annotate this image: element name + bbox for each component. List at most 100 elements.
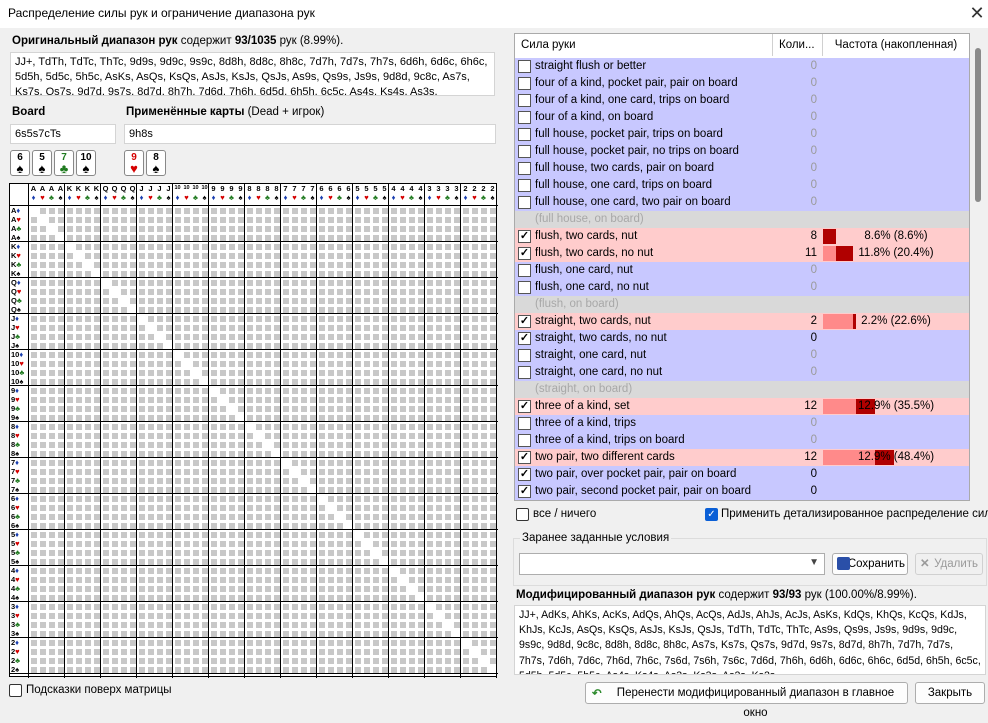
- matrix-cell[interactable]: [364, 667, 370, 673]
- matrix-cell[interactable]: [373, 478, 379, 484]
- matrix-cell[interactable]: [481, 631, 487, 637]
- matrix-cell[interactable]: [67, 442, 73, 448]
- matrix-cell[interactable]: [157, 325, 163, 331]
- matrix-cell[interactable]: [481, 667, 487, 673]
- col-header-count[interactable]: Коли...: [773, 34, 823, 56]
- matrix-cell[interactable]: [346, 487, 352, 493]
- matrix-cell[interactable]: [175, 334, 181, 340]
- matrix-cell[interactable]: [337, 307, 343, 313]
- matrix-cell[interactable]: [193, 523, 199, 529]
- matrix-cell[interactable]: [409, 658, 415, 664]
- matrix-cell[interactable]: [256, 352, 262, 358]
- table-row[interactable]: four of a kind, one card, trips on board…: [515, 92, 969, 109]
- matrix-cell[interactable]: [58, 415, 64, 421]
- matrix-cell[interactable]: [481, 397, 487, 403]
- matrix-cell[interactable]: [301, 352, 307, 358]
- matrix-cell[interactable]: [202, 406, 208, 412]
- matrix-cell[interactable]: [364, 226, 370, 232]
- matrix-cell[interactable]: [346, 541, 352, 547]
- matrix-cell[interactable]: [373, 370, 379, 376]
- matrix-cell[interactable]: [193, 424, 199, 430]
- matrix-cell[interactable]: [310, 496, 316, 502]
- matrix-cell[interactable]: [121, 325, 127, 331]
- matrix-cell[interactable]: [382, 406, 388, 412]
- matrix-cell[interactable]: [49, 442, 55, 448]
- matrix-cell[interactable]: [382, 424, 388, 430]
- matrix-cell[interactable]: [301, 604, 307, 610]
- matrix-cell[interactable]: [319, 226, 325, 232]
- matrix-cell[interactable]: [85, 604, 91, 610]
- matrix-cell[interactable]: [418, 604, 424, 610]
- matrix-cell[interactable]: [139, 595, 145, 601]
- matrix-cell[interactable]: [418, 361, 424, 367]
- matrix-cell[interactable]: [310, 208, 316, 214]
- matrix-cell[interactable]: [319, 307, 325, 313]
- matrix-cell[interactable]: [202, 388, 208, 394]
- matrix-cell[interactable]: [220, 253, 226, 259]
- matrix-cell[interactable]: [256, 586, 262, 592]
- matrix-cell[interactable]: [382, 667, 388, 673]
- matrix-cell[interactable]: [490, 361, 496, 367]
- matrix-cell[interactable]: [436, 460, 442, 466]
- matrix-cell[interactable]: [202, 523, 208, 529]
- matrix-cell[interactable]: [418, 622, 424, 628]
- matrix-cell[interactable]: [292, 379, 298, 385]
- matrix-cell[interactable]: [175, 649, 181, 655]
- matrix-cell[interactable]: [175, 343, 181, 349]
- matrix-cell[interactable]: [94, 523, 100, 529]
- matrix-cell[interactable]: [229, 478, 235, 484]
- matrix-cell[interactable]: [328, 604, 334, 610]
- matrix-cell[interactable]: [445, 496, 451, 502]
- matrix-cell[interactable]: [274, 253, 280, 259]
- matrix-cell[interactable]: [58, 523, 64, 529]
- matrix-cell[interactable]: [85, 334, 91, 340]
- row-checkbox[interactable]: [518, 196, 531, 209]
- matrix-cell[interactable]: [148, 235, 154, 241]
- matrix-cell[interactable]: [157, 550, 163, 556]
- matrix-cell[interactable]: [283, 289, 289, 295]
- matrix-cell[interactable]: [337, 361, 343, 367]
- matrix-cell[interactable]: [481, 325, 487, 331]
- matrix-cell[interactable]: [76, 226, 82, 232]
- matrix-cell[interactable]: [427, 487, 433, 493]
- matrix-cell[interactable]: [103, 631, 109, 637]
- matrix-cell[interactable]: [382, 604, 388, 610]
- matrix-cell[interactable]: [49, 478, 55, 484]
- matrix-cell[interactable]: [391, 667, 397, 673]
- matrix-cell[interactable]: [40, 307, 46, 313]
- matrix-cell[interactable]: [139, 280, 145, 286]
- matrix-cell[interactable]: [40, 361, 46, 367]
- matrix-cell[interactable]: [211, 532, 217, 538]
- matrix-cell[interactable]: [328, 280, 334, 286]
- matrix-cell[interactable]: [247, 208, 253, 214]
- matrix-cell[interactable]: [310, 550, 316, 556]
- matrix-cell[interactable]: [139, 226, 145, 232]
- matrix-cell[interactable]: [436, 379, 442, 385]
- row-checkbox[interactable]: [518, 128, 531, 141]
- matrix-cell[interactable]: [103, 397, 109, 403]
- matrix-cell[interactable]: [220, 658, 226, 664]
- matrix-cell[interactable]: [112, 406, 118, 412]
- matrix-cell[interactable]: [184, 487, 190, 493]
- matrix-cell[interactable]: [337, 424, 343, 430]
- matrix-cell[interactable]: [94, 397, 100, 403]
- matrix-cell[interactable]: [274, 469, 280, 475]
- row-checkbox[interactable]: [518, 60, 531, 73]
- matrix-cell[interactable]: [274, 460, 280, 466]
- matrix-cell[interactable]: [391, 622, 397, 628]
- matrix-cell[interactable]: [400, 316, 406, 322]
- matrix-cell[interactable]: [355, 442, 361, 448]
- matrix-cell[interactable]: [454, 424, 460, 430]
- matrix-cell[interactable]: [175, 541, 181, 547]
- matrix-cell[interactable]: [202, 307, 208, 313]
- row-checkbox[interactable]: ✓: [518, 468, 531, 481]
- matrix-cell[interactable]: [40, 640, 46, 646]
- matrix-cell[interactable]: [121, 235, 127, 241]
- matrix-cell[interactable]: [301, 514, 307, 520]
- matrix-cell[interactable]: [274, 352, 280, 358]
- matrix-cell[interactable]: [202, 415, 208, 421]
- matrix-cell[interactable]: [301, 217, 307, 223]
- matrix-cell[interactable]: [292, 577, 298, 583]
- matrix-cell[interactable]: [292, 658, 298, 664]
- matrix-cell[interactable]: [418, 631, 424, 637]
